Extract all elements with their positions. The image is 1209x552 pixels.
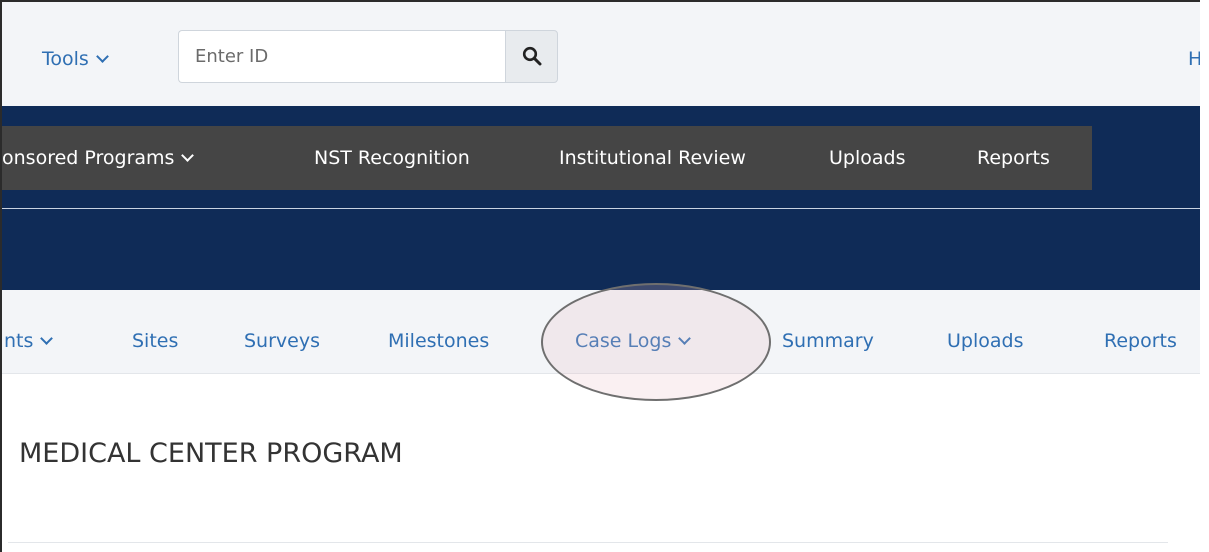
primary-nav: onsored Programs NST Recognition Institu…	[2, 126, 1092, 190]
nav-nst-recognition[interactable]: NST Recognition	[314, 147, 470, 169]
tab-residents-label: nts	[4, 330, 34, 352]
nav-sponsored-programs[interactable]: onsored Programs	[2, 147, 195, 169]
tools-menu[interactable]: Tools	[42, 48, 109, 70]
nav-uploads[interactable]: Uploads	[829, 147, 905, 169]
search-icon	[522, 46, 542, 66]
chevron-down-icon	[95, 50, 109, 63]
tab-surveys[interactable]: Surveys	[244, 330, 320, 352]
chevron-down-icon	[40, 332, 54, 345]
search-button[interactable]	[505, 30, 558, 83]
tab-summary[interactable]: Summary	[782, 330, 874, 352]
tab-uploads[interactable]: Uploads	[947, 330, 1023, 352]
header-band: onsored Programs NST Recognition Institu…	[2, 106, 1200, 290]
id-search-input[interactable]	[178, 30, 506, 83]
secondary-nav: nts Sites Surveys Milestones Case Logs S…	[2, 290, 1200, 374]
page-title: MEDICAL CENTER PROGRAM	[19, 438, 403, 469]
nav-reports[interactable]: Reports	[977, 147, 1050, 169]
chevron-down-icon	[181, 149, 195, 162]
app-window: Tools H onsored Programs NST Recognition…	[0, 0, 1200, 552]
tab-sites[interactable]: Sites	[132, 330, 178, 352]
tab-case-logs-label: Case Logs	[575, 330, 672, 352]
top-toolbar: Tools H	[2, 2, 1200, 106]
content-divider	[8, 542, 1168, 543]
tab-case-logs[interactable]: Case Logs	[575, 330, 692, 352]
header-divider	[2, 208, 1200, 209]
nav-sponsored-programs-label: onsored Programs	[2, 147, 175, 169]
nav-institutional-review[interactable]: Institutional Review	[559, 147, 746, 169]
tab-milestones[interactable]: Milestones	[388, 330, 489, 352]
tab-residents[interactable]: nts	[4, 330, 54, 352]
tab-reports[interactable]: Reports	[1104, 330, 1177, 352]
tools-label: Tools	[42, 48, 89, 70]
chevron-down-icon	[678, 332, 692, 345]
help-link[interactable]: H	[1188, 48, 1200, 70]
